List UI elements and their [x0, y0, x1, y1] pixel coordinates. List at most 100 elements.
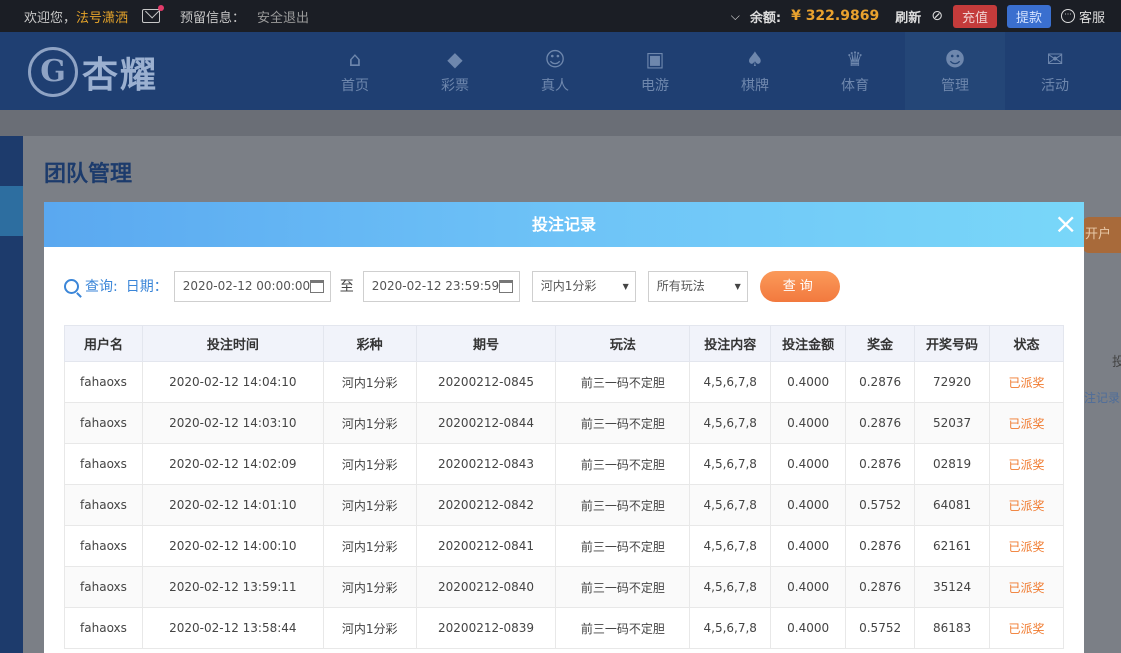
- cell-play-type: 前三一码不定胆: [555, 361, 691, 403]
- logout-link[interactable]: 安全退出: [257, 7, 309, 26]
- dropdown-arrow-icon: ▼: [734, 281, 741, 291]
- cell-bet-amount: 0.4000: [770, 566, 847, 608]
- cell-bet-amount: 0.4000: [770, 607, 847, 649]
- table-row[interactable]: fahaoxs 2020-02-12 13:58:44 河内1分彩 20200212-…: [64, 607, 1064, 649]
- dropdown-arrow-icon: ▼: [622, 281, 629, 291]
- page-title: 团队管理: [44, 162, 133, 187]
- cell-bet-content: 4,5,6,7,8: [689, 484, 772, 526]
- slot-machine-icon: ▣: [645, 47, 665, 71]
- nav-label: 活动: [1041, 78, 1069, 94]
- nav-item-cards[interactable]: ♠ 棋牌: [705, 32, 805, 110]
- nav-item-lottery[interactable]: ◆ 彩票: [405, 32, 505, 110]
- username[interactable]: 法号潇洒: [76, 7, 128, 26]
- cell-play-type: 前三一码不定胆: [555, 443, 691, 485]
- query-button[interactable]: 查询: [759, 270, 840, 302]
- withdraw-button[interactable]: 提款: [1006, 4, 1051, 28]
- customer-service-label: 客服: [1078, 10, 1105, 26]
- sidebar-active-tab[interactable]: [0, 186, 23, 236]
- nav-item-live[interactable]: ☺ 真人: [505, 32, 605, 110]
- notification-dot: [158, 5, 165, 11]
- recharge-button[interactable]: 充值: [952, 4, 997, 28]
- open-account-button[interactable]: 开户: [1083, 217, 1121, 253]
- table-row[interactable]: fahaoxs 2020-02-12 14:00:10 河内1分彩 20200212-…: [64, 525, 1064, 567]
- table-row[interactable]: fahaoxs 2020-02-12 14:04:10 河内1分彩 20200212-…: [64, 361, 1064, 403]
- date-range-separator: 至: [339, 279, 354, 295]
- cell-bet-content: 4,5,6,7,8: [689, 443, 772, 485]
- reserve-info-label: 预留信息：: [180, 10, 246, 26]
- cell-lottery: 河内1分彩: [322, 361, 417, 403]
- cell-bet-content: 4,5,6,7,8: [689, 525, 772, 567]
- cell-bet-time: 2020-02-12 13:59:11: [141, 566, 324, 608]
- customer-service-button[interactable]: ··· 客服: [1060, 7, 1105, 26]
- cell-prize: 0.5752: [845, 607, 916, 649]
- cell-bet-amount: 0.4000: [770, 525, 847, 567]
- cell-lottery: 河内1分彩: [322, 443, 417, 485]
- cell-bet-time: 2020-02-12 13:58:44: [141, 607, 324, 649]
- cell-draw-number: 35124: [914, 566, 991, 608]
- cell-play-type: 前三一码不定胆: [555, 607, 691, 649]
- left-sidebar: [0, 136, 23, 653]
- nav-item-promotions[interactable]: ✉ 活动: [1005, 32, 1105, 110]
- cell-status: 已派奖: [989, 443, 1064, 485]
- nav-item-home[interactable]: ⌂ 首页: [305, 32, 405, 110]
- nav-item-sports[interactable]: ♛ 体育: [805, 32, 905, 110]
- cell-username: fahaoxs: [64, 566, 143, 608]
- close-icon[interactable]: ×: [1054, 210, 1077, 238]
- cell-username: fahaoxs: [64, 607, 143, 649]
- cell-lottery: 河内1分彩: [322, 566, 417, 608]
- cell-bet-time: 2020-02-12 14:03:10: [141, 402, 324, 444]
- cell-draw-number: 86183: [914, 607, 991, 649]
- lottery-select-value: 河内1分彩: [540, 278, 597, 293]
- table-header-row: 用户名 投注时间 彩种 期号 玩法 投注内容 投注金额 奖金 开奖号码 状态: [64, 325, 1064, 362]
- column-header-lottery: 彩种: [322, 325, 417, 362]
- cell-play-type: 前三一码不定胆: [555, 402, 691, 444]
- calendar-icon[interactable]: [498, 279, 513, 293]
- brand-logo[interactable]: G 杏耀: [28, 40, 158, 104]
- table-row[interactable]: fahaoxs 2020-02-12 13:59:11 河内1分彩 20200212-…: [64, 566, 1064, 608]
- calendar-icon[interactable]: [309, 279, 324, 293]
- cell-status: 已派奖: [989, 525, 1064, 567]
- bet-records-link[interactable]: 注记录: [1084, 389, 1120, 406]
- cell-bet-amount: 0.4000: [770, 484, 847, 526]
- end-date-input[interactable]: 2020-02-12 23:59:59: [362, 270, 520, 302]
- table-row[interactable]: fahaoxs 2020-02-12 14:03:10 河内1分彩 20200212-…: [64, 402, 1064, 444]
- cell-bet-time: 2020-02-12 14:04:10: [141, 361, 324, 403]
- cards-icon: ♠: [746, 47, 764, 71]
- cell-bet-time: 2020-02-12 14:01:10: [141, 484, 324, 526]
- bet-records-modal: 投注记录 × 查询: 日期： 2020-02-12 00:00:00 至 202…: [44, 202, 1084, 653]
- nav-item-slots[interactable]: ▣ 电游: [605, 32, 705, 110]
- table-row[interactable]: fahaoxs 2020-02-12 14:02:09 河内1分彩 20200212-…: [64, 443, 1064, 485]
- cell-username: fahaoxs: [64, 361, 143, 403]
- lottery-select[interactable]: 河内1分彩 ▼: [531, 270, 636, 302]
- start-date-input[interactable]: 2020-02-12 00:00:00: [173, 270, 331, 302]
- chevron-down-icon[interactable]: ⌵: [731, 9, 740, 24]
- cell-prize: 0.2876: [845, 525, 916, 567]
- cell-lottery: 河内1分彩: [322, 402, 417, 444]
- cell-play-type: 前三一码不定胆: [555, 484, 691, 526]
- cell-prize: 0.5752: [845, 484, 916, 526]
- hide-balance-icon[interactable]: ⊘: [931, 8, 943, 24]
- cell-issue: 20200212-0841: [415, 525, 557, 567]
- cell-issue: 20200212-0842: [415, 484, 557, 526]
- nav-item-manage[interactable]: ☻ 管理: [905, 32, 1005, 110]
- cell-issue: 20200212-0843: [415, 443, 557, 485]
- column-header-username: 用户名: [64, 325, 143, 362]
- column-header-bet-content: 投注内容: [689, 325, 772, 362]
- cell-bet-amount: 0.4000: [770, 361, 847, 403]
- column-header-draw-number: 开奖号码: [914, 325, 991, 362]
- users-icon: ☻: [944, 47, 966, 71]
- mail-icon[interactable]: [142, 5, 165, 23]
- cell-draw-number: 64081: [914, 484, 991, 526]
- cell-status: 已派奖: [989, 566, 1064, 608]
- cell-status: 已派奖: [989, 402, 1064, 444]
- gift-icon: ✉: [1046, 47, 1064, 71]
- date-label: 日期：: [125, 279, 168, 295]
- cell-lottery: 河内1分彩: [322, 484, 417, 526]
- refresh-button[interactable]: 刷新: [895, 7, 921, 26]
- play-type-select[interactable]: 所有玩法 ▼: [647, 270, 748, 302]
- balance-label: 余额:: [749, 10, 782, 26]
- table-row[interactable]: fahaoxs 2020-02-12 14:01:10 河内1分彩 20200212-…: [64, 484, 1064, 526]
- cell-lottery: 河内1分彩: [322, 525, 417, 567]
- nav-label: 首页: [341, 78, 369, 94]
- live-dealer-icon: ☺: [544, 47, 566, 71]
